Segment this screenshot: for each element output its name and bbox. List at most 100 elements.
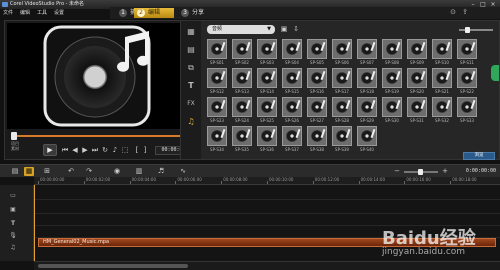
- media-icon[interactable]: ▦: [186, 27, 196, 37]
- menu-edit[interactable]: 编辑: [20, 9, 30, 18]
- library-item[interactable]: [432, 97, 452, 117]
- menu-settings[interactable]: 设置: [54, 9, 64, 18]
- library-item[interactable]: [282, 39, 302, 59]
- library-item[interactable]: [332, 126, 352, 146]
- library-item[interactable]: [282, 126, 302, 146]
- library-item[interactable]: [357, 126, 377, 146]
- video-track-icon[interactable]: ▭: [8, 191, 18, 200]
- library-item[interactable]: [382, 97, 402, 117]
- zoom-out-icon[interactable]: −: [392, 167, 402, 176]
- library-item[interactable]: [332, 39, 352, 59]
- library-item[interactable]: [407, 97, 427, 117]
- folder-icon[interactable]: ▣: [279, 25, 289, 34]
- scrollbar-thumb[interactable]: [38, 264, 188, 268]
- zoom-in-icon[interactable]: +: [440, 167, 450, 176]
- timeline-timecode[interactable]: 0:00:00:00: [452, 167, 496, 176]
- category-dropdown[interactable]: 音频 ▼: [207, 25, 275, 34]
- fullscreen-icon[interactable]: ⬚: [121, 146, 129, 154]
- library-item[interactable]: [232, 68, 252, 88]
- end-icon[interactable]: ⏭: [91, 146, 99, 154]
- mode-clip[interactable]: 素材: [11, 146, 19, 151]
- library-item[interactable]: [307, 126, 327, 146]
- volume-icon[interactable]: ♪: [111, 146, 119, 154]
- transition-icon[interactable]: ⧉: [186, 63, 196, 73]
- zoom-slider[interactable]: [404, 169, 438, 175]
- scrubber-handle[interactable]: [11, 132, 17, 140]
- import-icon[interactable]: ⇩: [291, 25, 301, 34]
- zoom-handle[interactable]: [418, 169, 423, 175]
- library-item[interactable]: [457, 39, 477, 59]
- panel-toggle-tab[interactable]: [491, 65, 499, 81]
- tab-label: 编辑: [148, 9, 161, 16]
- redo-icon[interactable]: ↷: [84, 167, 94, 176]
- library-item[interactable]: [282, 97, 302, 117]
- music-track-icon[interactable]: ♫: [8, 243, 18, 252]
- library-item[interactable]: [382, 39, 402, 59]
- library-item[interactable]: [432, 39, 452, 59]
- library-item[interactable]: [357, 97, 377, 117]
- title-icon[interactable]: T: [186, 81, 196, 91]
- library-item[interactable]: [207, 126, 227, 146]
- instant-project-icon[interactable]: ▤: [186, 45, 196, 55]
- thumbnail-size-slider[interactable]: [459, 27, 493, 33]
- mixer-icon[interactable]: ▥: [134, 167, 144, 176]
- slider-handle[interactable]: [465, 27, 470, 33]
- tab-edit[interactable]: 2 编辑: [134, 8, 174, 18]
- tab-share[interactable]: 3 分享: [178, 8, 216, 18]
- track-manager-icon[interactable]: ⊞: [42, 167, 52, 176]
- library-item[interactable]: [307, 97, 327, 117]
- library-item[interactable]: [207, 68, 227, 88]
- mark-in-icon[interactable]: [: [133, 146, 141, 154]
- upload-icon[interactable]: ⇪: [460, 8, 470, 17]
- library-item[interactable]: [432, 68, 452, 88]
- prev-frame-icon[interactable]: ◀: [71, 146, 79, 154]
- library-item[interactable]: [257, 39, 277, 59]
- music-clip[interactable]: HM_General02_Music.mpa: [38, 238, 496, 247]
- playhead[interactable]: [34, 185, 35, 261]
- mark-out-icon[interactable]: ]: [141, 146, 149, 154]
- timeline-ruler[interactable]: 00:00:00:00 00:00:02:00 00:00:04:00 00:00:0…: [34, 177, 500, 185]
- library-item[interactable]: [257, 68, 277, 88]
- auto-music-icon[interactable]: ♬: [156, 167, 166, 176]
- library-item-label: SP-S37: [285, 147, 299, 152]
- scrubber[interactable]: [11, 132, 197, 140]
- library-item[interactable]: [232, 39, 252, 59]
- audio-note-icon[interactable]: ♫: [186, 117, 196, 127]
- library-item[interactable]: [207, 97, 227, 117]
- browse-button[interactable]: 浏览: [463, 152, 495, 160]
- home-icon[interactable]: ⏮: [61, 146, 69, 154]
- library-item[interactable]: [207, 39, 227, 59]
- repeat-icon[interactable]: ↻: [101, 146, 109, 154]
- library-item[interactable]: [332, 68, 352, 88]
- storyboard-view-icon[interactable]: ▤: [10, 167, 20, 176]
- library-item[interactable]: [407, 68, 427, 88]
- library-item[interactable]: [257, 126, 277, 146]
- library-item[interactable]: [332, 97, 352, 117]
- undo-icon[interactable]: ↶: [66, 167, 76, 176]
- overlay-track-icon[interactable]: ▣: [8, 205, 18, 214]
- library-item[interactable]: [282, 68, 302, 88]
- title-track-icon[interactable]: T: [8, 219, 18, 228]
- library-item[interactable]: [257, 97, 277, 117]
- timeline-scrollbar[interactable]: [34, 261, 500, 270]
- library-item[interactable]: [357, 68, 377, 88]
- voice-track-icon[interactable]: 🎙: [8, 231, 18, 240]
- audio-wave-icon[interactable]: ∿: [178, 167, 188, 176]
- library-item[interactable]: [382, 68, 402, 88]
- library-item[interactable]: [232, 97, 252, 117]
- library-item[interactable]: [357, 39, 377, 59]
- library-item[interactable]: [307, 39, 327, 59]
- library-item[interactable]: [307, 68, 327, 88]
- timeline-view-icon[interactable]: ▦: [24, 167, 34, 176]
- menu-file[interactable]: 文件: [3, 9, 13, 18]
- library-item[interactable]: [457, 68, 477, 88]
- next-frame-icon[interactable]: ▶: [81, 146, 89, 154]
- library-item[interactable]: [407, 39, 427, 59]
- menu-tools[interactable]: 工具: [37, 9, 47, 18]
- library-item[interactable]: [232, 126, 252, 146]
- play-button[interactable]: ▶: [43, 144, 57, 156]
- record-capture-icon[interactable]: ◉: [112, 167, 122, 176]
- library-item[interactable]: [457, 97, 477, 117]
- fx-filter-icon[interactable]: FX: [186, 99, 196, 109]
- help-icon[interactable]: ⊙: [448, 8, 458, 17]
